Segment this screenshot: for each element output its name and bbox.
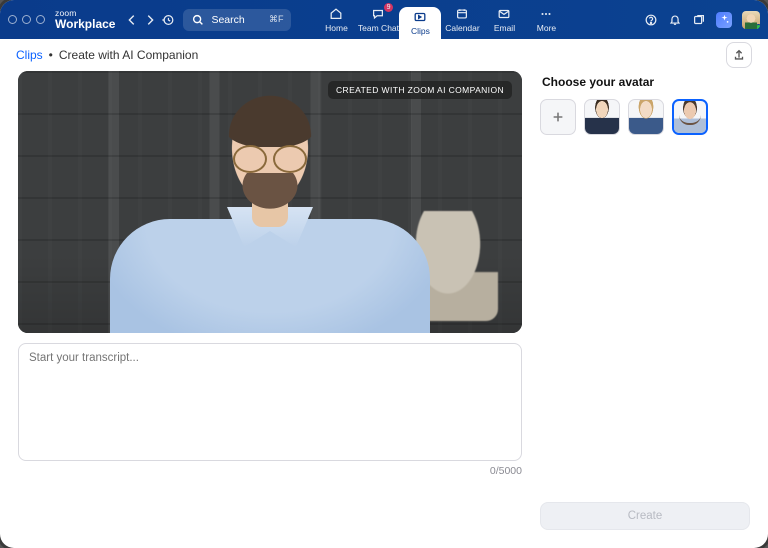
share-button[interactable] bbox=[726, 42, 752, 68]
titlebar-right bbox=[644, 11, 760, 29]
char-counter: 0/5000 bbox=[18, 465, 522, 477]
transcript-input[interactable] bbox=[18, 343, 522, 461]
create-button[interactable]: Create bbox=[540, 502, 750, 530]
search-input[interactable]: Search ⌘F bbox=[183, 9, 291, 31]
search-shortcut: ⌘F bbox=[269, 14, 284, 25]
ai-companion-button[interactable] bbox=[716, 12, 732, 28]
preview-avatar-figure bbox=[120, 99, 420, 333]
brand: zoom Workplace bbox=[55, 9, 115, 31]
window-controls[interactable] bbox=[8, 15, 45, 24]
avatar-option-3[interactable] bbox=[672, 99, 708, 135]
create-button-label: Create bbox=[628, 510, 663, 522]
left-column: CREATED WITH ZOOM AI COMPANION 0/5000 bbox=[18, 71, 522, 530]
tab-more[interactable]: More bbox=[525, 0, 567, 39]
presence-dot bbox=[755, 24, 760, 29]
search-placeholder: Search bbox=[211, 14, 244, 26]
chat-badge: 9 bbox=[384, 3, 394, 12]
profile-avatar[interactable] bbox=[742, 11, 760, 29]
tab-clips[interactable]: Clips bbox=[399, 7, 441, 39]
brand-bottom: Workplace bbox=[55, 18, 115, 31]
clips-icon bbox=[413, 10, 427, 24]
avatar-option-1[interactable] bbox=[584, 99, 620, 135]
titlebar: zoom Workplace Search ⌘F Home bbox=[0, 0, 768, 39]
tab-email[interactable]: Email bbox=[483, 0, 525, 39]
history-icon[interactable] bbox=[161, 13, 175, 27]
avatar-list bbox=[540, 99, 750, 135]
breadcrumb-current: Create with AI Companion bbox=[59, 48, 198, 62]
calendar-icon bbox=[455, 7, 469, 21]
more-icon bbox=[539, 7, 553, 21]
avatar-section-title: Choose your avatar bbox=[542, 75, 750, 89]
video-preview: CREATED WITH ZOOM AI COMPANION bbox=[18, 71, 522, 333]
right-panel: Choose your avatar Create bbox=[540, 71, 750, 530]
newwindow-icon[interactable] bbox=[692, 13, 706, 27]
tab-team-chat[interactable]: 9 Team Chat bbox=[357, 0, 399, 39]
tab-calendar[interactable]: Calendar bbox=[441, 0, 483, 39]
traffic-min[interactable] bbox=[22, 15, 31, 24]
add-avatar-button[interactable] bbox=[540, 99, 576, 135]
nav-tabs: Home 9 Team Chat Clips Calendar Email bbox=[315, 0, 567, 39]
breadcrumb: Clips • Create with AI Companion bbox=[0, 39, 768, 71]
breadcrumb-sep: • bbox=[49, 48, 53, 62]
ai-companion-badge: CREATED WITH ZOOM AI COMPANION bbox=[328, 81, 512, 99]
traffic-max[interactable] bbox=[36, 15, 45, 24]
traffic-close[interactable] bbox=[8, 15, 17, 24]
bell-icon[interactable] bbox=[668, 13, 682, 27]
app-window: zoom Workplace Search ⌘F Home bbox=[0, 0, 768, 548]
nav-back-icon[interactable] bbox=[125, 13, 139, 27]
breadcrumb-root[interactable]: Clips bbox=[16, 48, 43, 62]
tab-home[interactable]: Home bbox=[315, 0, 357, 39]
home-icon bbox=[329, 7, 343, 21]
search-icon bbox=[191, 13, 205, 27]
help-icon[interactable] bbox=[644, 13, 658, 27]
main-area: CREATED WITH ZOOM AI COMPANION 0/5000 Ch… bbox=[0, 71, 768, 548]
brand-top: zoom bbox=[55, 9, 115, 18]
nav-forward-icon[interactable] bbox=[143, 13, 157, 27]
email-icon bbox=[497, 7, 511, 21]
avatar-option-2[interactable] bbox=[628, 99, 664, 135]
